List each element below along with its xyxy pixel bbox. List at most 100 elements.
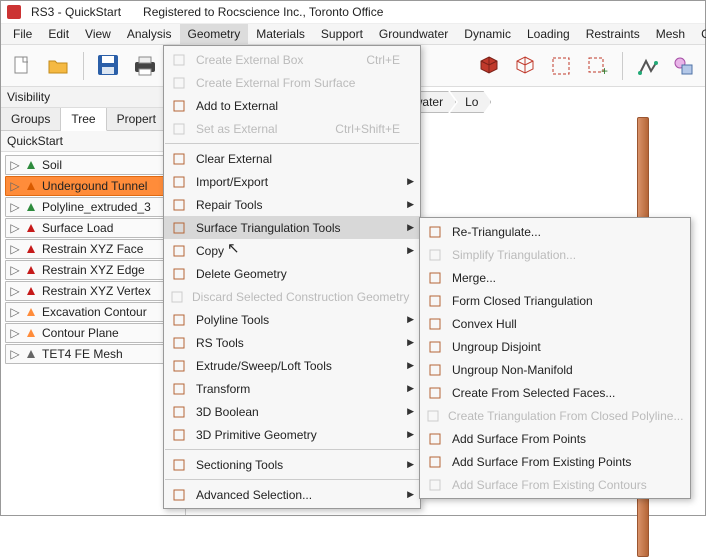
expand-icon[interactable]: ▷ [10, 263, 20, 277]
menu-support[interactable]: Support [313, 24, 371, 44]
menu-item-icon [170, 456, 188, 474]
side-tabs[interactable]: GroupsTreePropert [1, 108, 185, 131]
menu-item[interactable]: Advanced Selection...▶ [164, 483, 420, 506]
tool-select-dashed-button[interactable] [546, 51, 576, 81]
menu-item-label: Set as External [196, 122, 309, 136]
save-button[interactable] [94, 51, 124, 81]
node-label: Restrain XYZ Face [42, 242, 143, 256]
submenu-arrow-icon: ▶ [407, 245, 414, 256]
menu-item: Create External BoxCtrl+E [164, 48, 420, 71]
tool-cube-red-button[interactable] [474, 51, 504, 81]
menu-item[interactable]: Transform▶ [164, 377, 420, 400]
menu-item-label: Clear External [196, 152, 400, 166]
tab-propert[interactable]: Propert [107, 108, 167, 130]
menu-item-label: Discard Selected Construction Geometry [192, 290, 409, 304]
menu-item[interactable]: Merge... [420, 266, 690, 289]
menu-item[interactable]: Ungroup Non-Manifold [420, 358, 690, 381]
menu-item-icon [170, 380, 188, 398]
menu-item[interactable]: RS Tools▶ [164, 331, 420, 354]
expand-icon[interactable]: ▷ [10, 305, 20, 319]
menu-item[interactable]: Copy▶ [164, 239, 420, 262]
menu-edit[interactable]: Edit [40, 24, 77, 44]
menu-item-label: Add to External [196, 99, 400, 113]
menu-item[interactable]: Surface Triangulation Tools▶ [164, 216, 420, 239]
menu-item-icon [426, 315, 444, 333]
menu-item[interactable]: Import/Export▶ [164, 170, 420, 193]
tool-polyline-button[interactable] [633, 51, 663, 81]
menu-item-icon [170, 219, 188, 237]
menu-item-label: Ungroup Disjoint [452, 340, 670, 354]
menu-item-label: Merge... [452, 271, 670, 285]
expand-icon[interactable]: ▷ [10, 200, 20, 214]
menu-item[interactable]: Add Surface From Existing Points [420, 450, 690, 473]
expand-icon[interactable]: ▷ [10, 158, 20, 172]
menu-item[interactable]: 3D Boolean▶ [164, 400, 420, 423]
menu-item-icon [170, 357, 188, 375]
menu-item[interactable]: Extrude/Sweep/Loft Tools▶ [164, 354, 420, 377]
node-icon [24, 158, 38, 172]
menu-bar[interactable]: FileEditViewAnalysisGeometryMaterialsSup… [1, 23, 705, 45]
menu-compute[interactable]: Compute [693, 24, 706, 44]
menu-item-label: Create From Selected Faces... [452, 386, 670, 400]
tree-node[interactable]: ▷ Excavation Contour [5, 302, 181, 322]
geometry-menu[interactable]: Create External BoxCtrl+ECreate External… [163, 45, 421, 509]
menu-item[interactable]: Sectioning Tools▶ [164, 453, 420, 476]
menu-materials[interactable]: Materials [248, 24, 313, 44]
tree-node[interactable]: ▷Restrain XYZ Vertex [5, 281, 181, 301]
tree-node[interactable]: ▷Polyline_extruded_3 [5, 197, 181, 217]
surface-triangulation-submenu[interactable]: Re-Triangulate...Simplify Triangulation.… [419, 217, 691, 499]
menu-item[interactable]: Add to External [164, 94, 420, 117]
menu-loading[interactable]: Loading [519, 24, 578, 44]
tree-node[interactable]: ▷Undergound Tunnel [5, 176, 181, 196]
tree-node[interactable]: ▷Contour Plane [5, 323, 181, 343]
title-bar: RS3 - QuickStart Registered to Rocscienc… [1, 1, 705, 23]
menu-groundwater[interactable]: Groundwater [371, 24, 456, 44]
tool-shapes-button[interactable] [669, 51, 699, 81]
menu-item[interactable]: Polyline Tools▶ [164, 308, 420, 331]
expand-icon[interactable]: ▷ [10, 221, 20, 235]
tool-select-plus-button[interactable]: + [582, 51, 612, 81]
tree-node[interactable]: ▷Surface Load [5, 218, 181, 238]
expand-icon[interactable]: ▷ [10, 347, 20, 361]
tree-node[interactable]: ▷ Restrain XYZ Face [5, 239, 181, 259]
node-label: Restrain XYZ Edge [42, 263, 145, 277]
menu-restraints[interactable]: Restraints [578, 24, 648, 44]
menu-item[interactable]: 3D Primitive Geometry▶ [164, 423, 420, 446]
menu-dynamic[interactable]: Dynamic [456, 24, 519, 44]
menu-file[interactable]: File [5, 24, 40, 44]
menu-item[interactable]: Convex Hull [420, 312, 690, 335]
menu-mesh[interactable]: Mesh [648, 24, 693, 44]
menu-item[interactable]: Delete Geometry [164, 262, 420, 285]
menu-analysis[interactable]: Analysis [119, 24, 180, 44]
menu-item[interactable]: Repair Tools▶ [164, 193, 420, 216]
menu-view[interactable]: View [77, 24, 119, 44]
tree-node[interactable]: ▷Soil [5, 155, 181, 175]
tab-groups[interactable]: Groups [1, 108, 61, 130]
tree-node[interactable]: ▷TET4 FE Mesh [5, 344, 181, 364]
crumb[interactable]: Lo [450, 91, 491, 113]
menu-item-icon [170, 97, 188, 115]
new-file-button[interactable] [7, 51, 37, 81]
node-icon [24, 326, 38, 340]
expand-icon[interactable]: ▷ [10, 284, 20, 298]
expand-icon[interactable]: ▷ [10, 242, 20, 256]
tree-view[interactable]: ▷Soil▷Undergound Tunnel▷Polyline_extrude… [1, 152, 185, 515]
expand-icon[interactable]: ▷ [10, 179, 20, 193]
menu-item[interactable]: Create From Selected Faces... [420, 381, 690, 404]
menu-item[interactable]: Re-Triangulate... [420, 220, 690, 243]
tree-node[interactable]: ▷ Restrain XYZ Edge [5, 260, 181, 280]
tool-cube-wire-button[interactable] [510, 51, 540, 81]
print-button[interactable] [130, 51, 160, 81]
menu-item[interactable]: Add Surface From Points [420, 427, 690, 450]
open-folder-button[interactable] [43, 51, 73, 81]
menu-item-icon [426, 246, 444, 264]
tab-tree[interactable]: Tree [61, 108, 106, 131]
node-icon [24, 200, 38, 214]
menu-item[interactable]: Clear External [164, 147, 420, 170]
menu-geometry[interactable]: Geometry [180, 24, 249, 44]
node-label: Excavation Contour [42, 305, 147, 319]
menu-item[interactable]: Form Closed Triangulation [420, 289, 690, 312]
node-icon [24, 284, 38, 298]
expand-icon[interactable]: ▷ [10, 326, 20, 340]
menu-item[interactable]: Ungroup Disjoint [420, 335, 690, 358]
